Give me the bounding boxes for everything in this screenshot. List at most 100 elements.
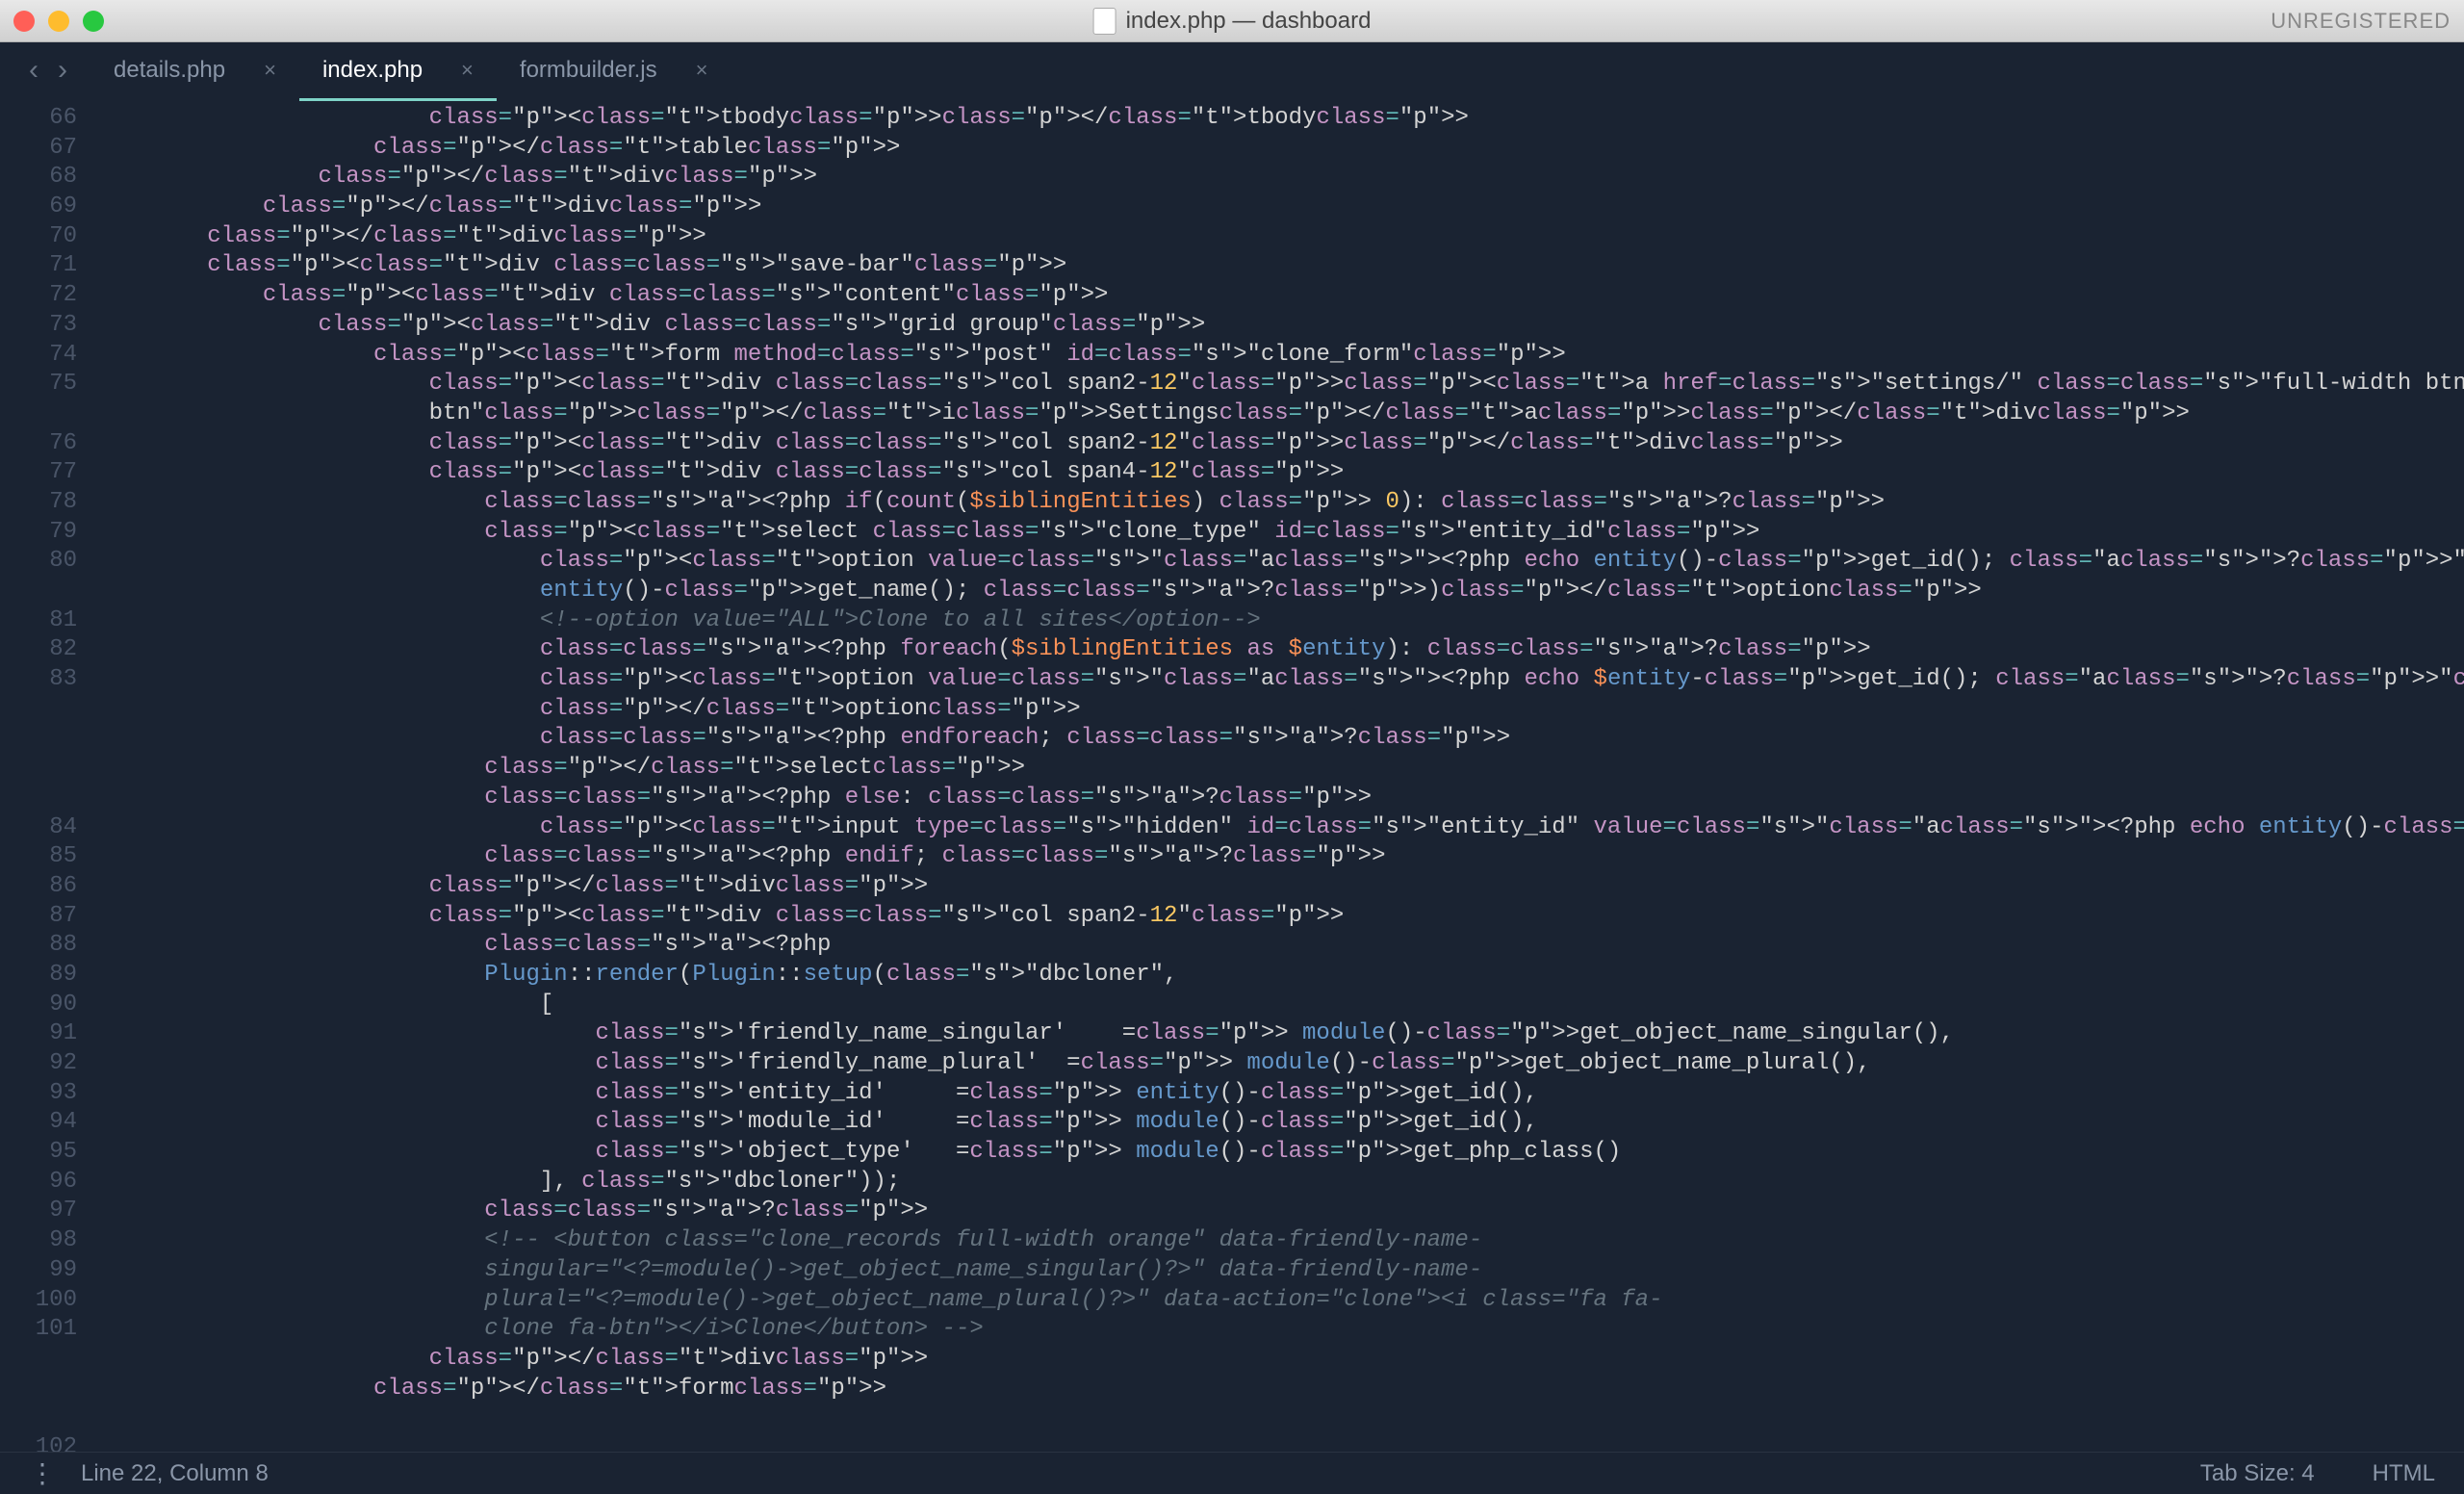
code-line[interactable]: class="p"><class="t">div class=class="s"… [96, 902, 2464, 932]
line-number: 100 [0, 1286, 77, 1316]
editor: ‹ › details.php×index.php×formbuilder.js… [0, 42, 2464, 1452]
code-line[interactable]: entity()-class="p">>get_name(); class=cl… [96, 577, 2464, 606]
code-line[interactable]: class="s">'entity_id' =class="p">> entit… [96, 1079, 2464, 1109]
line-number: 97 [0, 1197, 77, 1226]
titlebar: index.php — dashboard UNREGISTERED [0, 0, 2464, 42]
code-line[interactable]: class="p"><class="t">option value=class=… [96, 547, 2464, 577]
line-number: 72 [0, 281, 77, 311]
code-line[interactable]: Plugin::render(Plugin::setup(class="s">"… [96, 961, 2464, 991]
line-number: 81 [0, 606, 77, 636]
code-line[interactable]: class="s">'object_type' =class="p">> mod… [96, 1138, 2464, 1168]
code-line[interactable]: class="p"></class="t">optionclass="p">> [96, 695, 2464, 725]
line-number: 85 [0, 842, 77, 872]
code-line[interactable]: class="p"><class="t">option value=class=… [96, 665, 2464, 695]
code-line[interactable]: class="p"></class="t">tableclass="p">> [96, 134, 2464, 164]
code-line[interactable]: class="p"></class="t">formclass="p">> [96, 1375, 2464, 1404]
line-number: 73 [0, 311, 77, 341]
code-line[interactable]: ], class="s">"dbcloner")); [96, 1168, 2464, 1198]
code-line[interactable]: class="p"><class="t">tbodyclass="p">>cla… [96, 104, 2464, 134]
code-line[interactable]: class="p"><class="t">div class=class="s"… [96, 281, 2464, 311]
code-line[interactable]: class="p"></class="t">divclass="p">> [96, 1345, 2464, 1375]
cursor-position[interactable]: Line 22, Column 8 [81, 1460, 269, 1487]
code-line[interactable]: class=class="s">"a"><?php endforeach; cl… [96, 724, 2464, 754]
code-line[interactable]: class="p"><class="t">div class=class="s"… [96, 251, 2464, 281]
code-line[interactable]: class="p"><class="t">div class=class="s"… [96, 429, 2464, 459]
code-line[interactable]: class="p"><class="t">div class=class="s"… [96, 370, 2464, 399]
line-number: 79 [0, 518, 77, 548]
code-line[interactable]: class=class="s">"a"><?php foreach($sibli… [96, 635, 2464, 665]
code-line[interactable]: plural="<?=module()->get_object_name_plu… [96, 1286, 2464, 1316]
maximize-window-button[interactable] [83, 11, 104, 32]
tabbar: ‹ › details.php×index.php×formbuilder.js… [0, 42, 2464, 98]
code-line[interactable]: class=class="s">"a"><?php if(count($sibl… [96, 488, 2464, 518]
code-line[interactable]: <!-- <button class="clone_records full-w… [96, 1226, 2464, 1256]
unregistered-label: UNREGISTERED [2271, 9, 2451, 34]
minimize-window-button[interactable] [48, 11, 69, 32]
code-line[interactable]: class="p"></class="t">divclass="p">> [96, 872, 2464, 902]
nav-forward-icon[interactable]: › [58, 54, 67, 87]
close-icon[interactable]: × [264, 58, 276, 83]
tab-details-php[interactable]: details.php× [90, 43, 299, 97]
line-number: 98 [0, 1226, 77, 1256]
code-line[interactable]: <!--option value="ALL">Clone to all site… [96, 606, 2464, 636]
syntax-mode[interactable]: HTML [2373, 1460, 2435, 1487]
code-line[interactable]: class="p"></class="t">divclass="p">> [96, 163, 2464, 193]
line-number: 90 [0, 991, 77, 1020]
code-line[interactable]: class="p"></class="t">selectclass="p">> [96, 754, 2464, 784]
code-line[interactable]: class="p"></class="t">divclass="p">> [96, 193, 2464, 222]
close-window-button[interactable] [13, 11, 35, 32]
traffic-lights [13, 11, 104, 32]
line-number: 83 [0, 665, 77, 695]
gutter: 6667686970717273747576777879808182838485… [0, 98, 96, 1452]
code-line[interactable]: class="p"></class="t">divclass="p">> [96, 222, 2464, 252]
line-number: 88 [0, 931, 77, 961]
code-line[interactable]: class="p"><class="t">div class=class="s"… [96, 458, 2464, 488]
code-line[interactable]: class="p"><class="t">div class=class="s"… [96, 311, 2464, 341]
code-line[interactable]: class=class="s">"a">?class="p">> [96, 1197, 2464, 1226]
tab-formbuilder-js[interactable]: formbuilder.js× [497, 43, 732, 97]
line-number: 95 [0, 1138, 77, 1168]
line-number: 93 [0, 1079, 77, 1109]
code-line[interactable]: clone fa-btn"></i>Clone</button> --> [96, 1315, 2464, 1345]
code-line[interactable]: class="s">'friendly_name_plural' =class=… [96, 1049, 2464, 1079]
close-icon[interactable]: × [461, 58, 474, 83]
code-line[interactable]: class=class="s">"a"><?php else: class=cl… [96, 784, 2464, 813]
code-line[interactable]: class="p"><class="t">select class=class=… [96, 518, 2464, 548]
code-area[interactable]: class="p"><class="t">tbodyclass="p">>cla… [96, 98, 2464, 1452]
line-number: 69 [0, 193, 77, 222]
line-number: 80 [0, 547, 77, 577]
line-number [0, 724, 77, 754]
window-title: index.php — dashboard [1093, 8, 1372, 35]
editor-body[interactable]: 6667686970717273747576777879808182838485… [0, 98, 2464, 1452]
code-line[interactable]: class=class="s">"a"><?php [96, 931, 2464, 961]
line-number: 74 [0, 341, 77, 371]
code-line[interactable]: class="p"><class="t">form method=class="… [96, 341, 2464, 371]
line-number [0, 399, 77, 429]
line-number [0, 1404, 77, 1433]
line-number: 94 [0, 1108, 77, 1138]
line-number [0, 754, 77, 784]
tab-size[interactable]: Tab Size: 4 [2200, 1460, 2315, 1487]
line-number: 77 [0, 458, 77, 488]
code-line[interactable]: class="s">'friendly_name_singular' =clas… [96, 1019, 2464, 1049]
line-number: 101 [0, 1315, 77, 1345]
close-icon[interactable]: × [696, 58, 708, 83]
code-line[interactable]: class="p"><class="t">input type=class="s… [96, 813, 2464, 843]
line-number: 86 [0, 872, 77, 902]
code-line[interactable]: [ [96, 991, 2464, 1020]
line-number: 84 [0, 813, 77, 843]
code-line[interactable]: class=class="s">"a"><?php endif; class=c… [96, 842, 2464, 872]
tab-index-php[interactable]: index.php× [299, 43, 497, 97]
window-title-text: index.php — dashboard [1126, 8, 1372, 35]
line-number: 71 [0, 251, 77, 281]
code-line[interactable]: singular="<?=module()->get_object_name_s… [96, 1256, 2464, 1286]
line-number: 99 [0, 1256, 77, 1286]
menu-icon[interactable]: ⋮ [29, 1457, 52, 1489]
code-line[interactable]: btn"class="p">>class="p"></class="t">icl… [96, 399, 2464, 429]
line-number: 75 [0, 370, 77, 399]
code-line[interactable]: class="s">'module_id' =class="p">> modul… [96, 1108, 2464, 1138]
nav-back-icon[interactable]: ‹ [29, 54, 38, 87]
line-number: 70 [0, 222, 77, 252]
line-number: 102 [0, 1433, 77, 1452]
line-number [0, 1375, 77, 1404]
